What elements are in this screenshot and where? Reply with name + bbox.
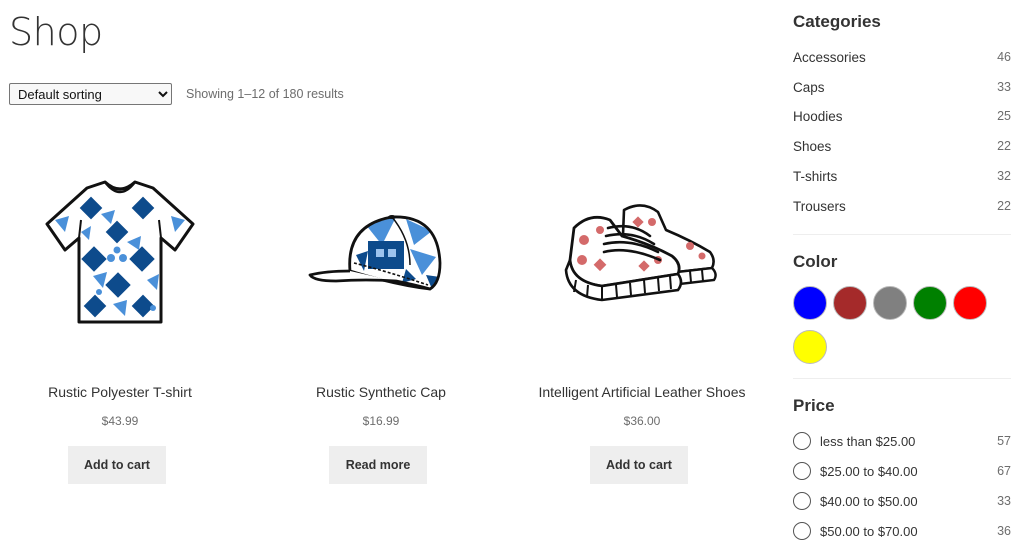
price-label[interactable]: $25.00 to $40.00 — [820, 464, 918, 479]
category-count: 25 — [997, 109, 1011, 123]
category-count: 46 — [997, 50, 1011, 64]
color-swatch-gray[interactable] — [873, 286, 907, 320]
add-to-cart-button[interactable]: Add to cart — [590, 446, 688, 484]
product-card: Intelligent Artificial Leather Shoes $36… — [522, 150, 762, 484]
price-label[interactable]: $50.00 to $70.00 — [820, 524, 918, 539]
category-name[interactable]: Hoodies — [793, 109, 843, 124]
category-name[interactable]: Trousers — [793, 199, 846, 214]
price-filter-item[interactable]: $50.00 to $70.00 36 — [793, 522, 1011, 544]
price-count: 57 — [997, 434, 1011, 448]
read-more-button[interactable]: Read more — [329, 446, 427, 484]
color-title: Color — [793, 252, 838, 271]
price-title: Price — [793, 396, 835, 415]
product-image-link[interactable] — [261, 150, 501, 360]
product-title[interactable]: Intelligent Artificial Leather Shoes — [522, 384, 762, 400]
divider — [793, 234, 1011, 235]
result-count: Showing 1–12 of 180 results — [186, 87, 344, 101]
sort-select[interactable]: Default sorting — [9, 83, 172, 105]
color-swatch-red[interactable] — [953, 286, 987, 320]
price-label[interactable]: less than $25.00 — [820, 434, 915, 449]
category-item-caps[interactable]: Caps 33 — [793, 80, 1011, 100]
color-swatch-yellow[interactable] — [793, 330, 827, 364]
price-filter-item[interactable]: $25.00 to $40.00 67 — [793, 462, 1011, 484]
category-name[interactable]: Shoes — [793, 139, 831, 154]
category-item-hoodies[interactable]: Hoodies 25 — [793, 109, 1011, 129]
color-swatch-green[interactable] — [913, 286, 947, 320]
price-radio[interactable] — [793, 462, 811, 480]
cap-icon — [308, 215, 442, 291]
category-count: 22 — [997, 199, 1011, 213]
color-swatch-brown[interactable] — [833, 286, 867, 320]
product-price: $36.00 — [623, 414, 661, 428]
category-item-shoes[interactable]: Shoes 22 — [793, 139, 1011, 159]
price-count: 67 — [997, 464, 1011, 478]
tshirt-icon — [45, 180, 195, 324]
page-title: Shop — [9, 10, 103, 54]
category-item-accessories[interactable]: Accessories 46 — [793, 50, 1011, 70]
price-filter-item[interactable]: $40.00 to $50.00 33 — [793, 492, 1011, 514]
price-filter-item[interactable]: less than $25.00 57 — [793, 432, 1011, 454]
price-radio[interactable] — [793, 522, 811, 540]
price-radio[interactable] — [793, 432, 811, 450]
shoes-icon — [564, 204, 717, 302]
product-price: $43.99 — [101, 414, 139, 428]
product-image-link[interactable] — [522, 150, 762, 360]
category-name[interactable]: Caps — [793, 80, 825, 95]
category-name[interactable]: T-shirts — [793, 169, 837, 184]
category-item-trousers[interactable]: Trousers 22 — [793, 199, 1011, 219]
price-label[interactable]: $40.00 to $50.00 — [820, 494, 918, 509]
main-content: Shop Default sorting Showing 1–12 of 180… — [0, 0, 770, 548]
categories-title: Categories — [793, 12, 881, 31]
category-count: 22 — [997, 139, 1011, 153]
color-swatch-blue[interactable] — [793, 286, 827, 320]
product-title[interactable]: Rustic Synthetic Cap — [261, 384, 501, 400]
divider — [793, 378, 1011, 379]
product-image-link[interactable] — [0, 150, 240, 360]
product-title[interactable]: Rustic Polyester T-shirt — [0, 384, 240, 400]
category-count: 33 — [997, 80, 1011, 94]
category-name[interactable]: Accessories — [793, 50, 866, 65]
product-price: $16.99 — [362, 414, 400, 428]
add-to-cart-button[interactable]: Add to cart — [68, 446, 166, 484]
price-count: 33 — [997, 494, 1011, 508]
product-card: Rustic Synthetic Cap $16.99 Read more — [261, 150, 501, 484]
category-item-tshirts[interactable]: T-shirts 32 — [793, 169, 1011, 189]
price-count: 36 — [997, 524, 1011, 538]
product-card: Rustic Polyester T-shirt $43.99 Add to c… — [0, 150, 240, 484]
price-radio[interactable] — [793, 492, 811, 510]
category-count: 32 — [997, 169, 1011, 183]
